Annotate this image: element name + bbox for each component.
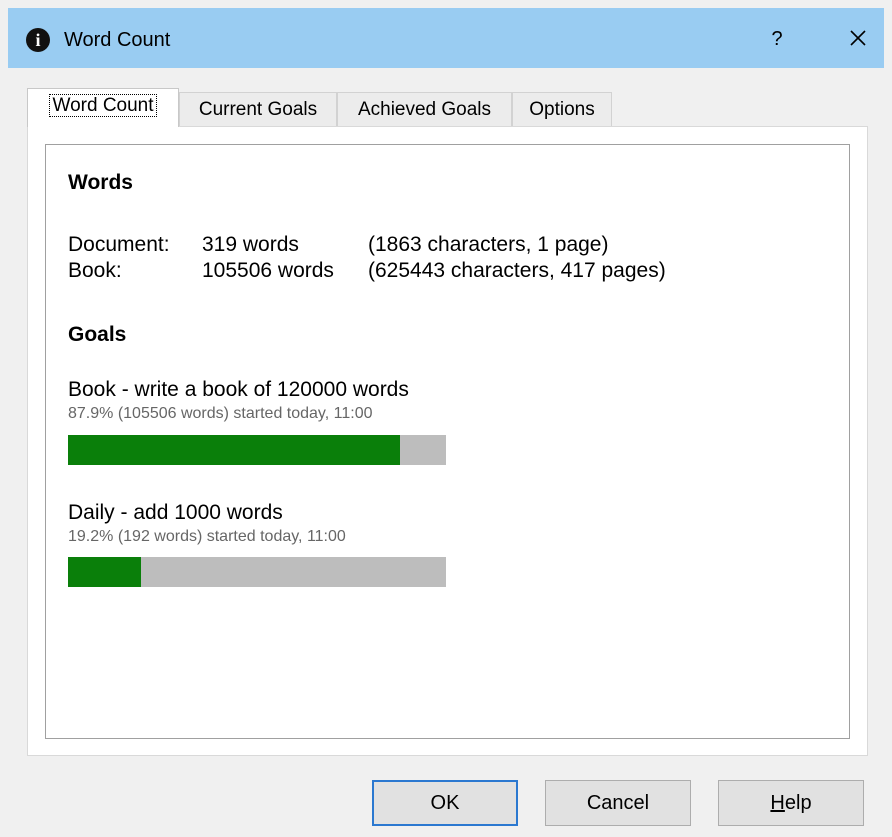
goal-title: Book - write a book of 120000 words — [68, 378, 409, 401]
goal-progress-fill — [68, 435, 401, 465]
close-button[interactable] — [844, 24, 872, 52]
help-label-rest: elp — [784, 792, 812, 814]
word-count-dialog: i Word Count ? Word Count Current Goals … — [8, 8, 884, 837]
tab-label: Word Count — [49, 94, 157, 117]
document-word-count: 319 words — [202, 233, 299, 256]
title-bar: i Word Count ? — [8, 8, 884, 68]
tab-achieved-goals[interactable]: Achieved Goals — [337, 92, 512, 126]
goal-title: Daily - add 1000 words — [68, 501, 283, 524]
tab-word-count[interactable]: Word Count — [27, 88, 179, 127]
tab-options[interactable]: Options — [512, 92, 612, 126]
tab-label: Current Goals — [198, 99, 318, 120]
book-word-count: 105506 words — [202, 259, 334, 282]
words-heading: Words — [68, 171, 133, 194]
close-icon — [850, 30, 866, 46]
document-details: (1863 characters, 1 page) — [368, 233, 609, 256]
ok-button[interactable]: OK — [372, 780, 518, 826]
cancel-button[interactable]: Cancel — [545, 780, 691, 826]
goal-progress-bar — [68, 557, 446, 587]
goal-progress-fill — [68, 557, 141, 587]
tab-label: Achieved Goals — [357, 99, 492, 120]
goals-heading: Goals — [68, 323, 127, 346]
tab-current-goals[interactable]: Current Goals — [179, 92, 337, 126]
info-icon: i — [26, 28, 50, 52]
document-label: Document: — [68, 233, 170, 256]
word-count-content: Words Document: 319 words (1863 characte… — [45, 144, 850, 739]
goal-subtitle: 87.9% (105506 words) started today, 11:0… — [68, 405, 373, 422]
window-title: Word Count — [64, 29, 171, 51]
book-label: Book: — [68, 259, 122, 282]
help-dialog-button[interactable]: Help — [718, 780, 864, 826]
tab-panel: Words Document: 319 words (1863 characte… — [27, 126, 868, 756]
help-mnemonic: H — [770, 792, 785, 814]
goal-subtitle: 19.2% (192 words) started today, 11:00 — [68, 528, 346, 545]
tab-label: Options — [529, 99, 595, 120]
book-details: (625443 characters, 417 pages) — [368, 259, 666, 282]
goal-progress-bar — [68, 435, 446, 465]
help-button[interactable]: ? — [765, 25, 789, 53]
